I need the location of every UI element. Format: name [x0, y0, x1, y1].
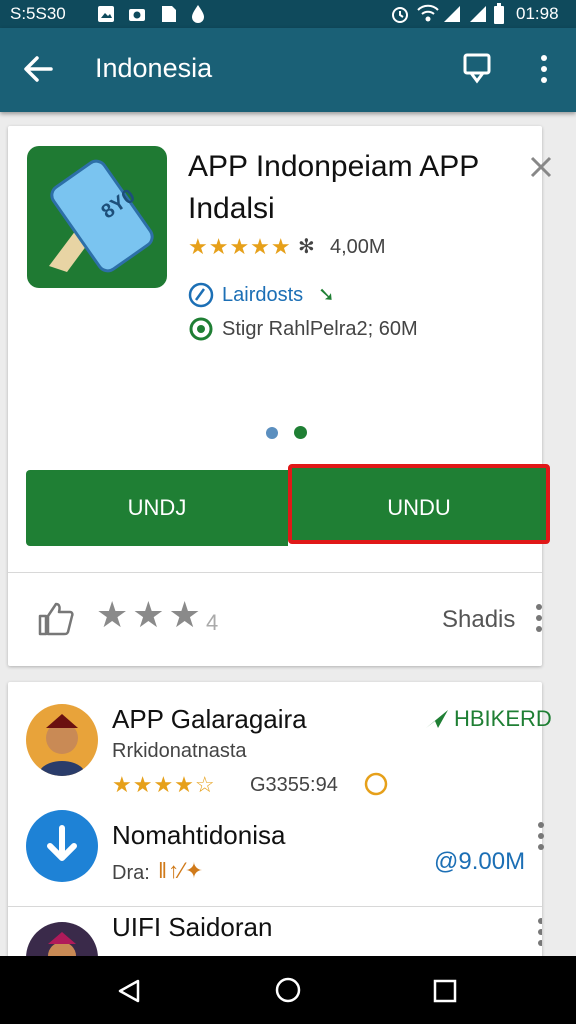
verified-icon	[188, 282, 214, 308]
app-icon[interactable]: 8Y0	[27, 146, 167, 288]
signal-icon	[444, 6, 460, 22]
list-item[interactable]: APP Galaragaira Rrkidonatnasta ★★★★☆ G33…	[8, 682, 552, 804]
item-title: UIFI Saidoran	[112, 912, 273, 942]
app-name-line2: Indalsi	[188, 192, 275, 225]
item-title: APP Galaragaira	[112, 704, 307, 734]
pager-dots	[258, 426, 315, 444]
status-time: 01:98	[516, 4, 559, 23]
phone-stand-icon: 8Y0	[49, 159, 154, 273]
item-rating-stars: ★★★★☆	[112, 772, 216, 797]
person-avatar-icon	[38, 714, 86, 776]
pager-dot[interactable]	[266, 427, 278, 439]
category-icons: ‖↑⁄✦	[158, 858, 205, 883]
divider	[8, 906, 542, 907]
drop-icon	[192, 5, 204, 23]
rating-count: 4,00M	[330, 236, 386, 258]
thumbs-up-icon[interactable]	[36, 600, 76, 638]
coin-icon	[364, 772, 388, 796]
item-title: Nomahtidonisa	[112, 820, 286, 850]
navigation-bar	[0, 956, 576, 1024]
page-title: Indonesia	[95, 53, 213, 83]
item-subtitle: Dra:	[112, 862, 150, 884]
app-bar: Indonesia	[0, 28, 576, 112]
asterisk-icon: ✻	[298, 236, 315, 258]
install-icon	[189, 317, 213, 341]
app-card: 8Y0 APP Indonpeiam APP Indalsi ★★★★★ ✻ 4…	[8, 126, 552, 666]
app-name-line1: APP Indonpeiam APP	[188, 150, 480, 183]
list-item[interactable]: Nomahtidonisa Dra: ‖↑⁄✦ @9.00M	[8, 804, 544, 912]
item-size: @9.00M	[434, 848, 526, 875]
more-vert-icon[interactable]	[536, 916, 542, 948]
back-arrow-icon[interactable]	[22, 54, 54, 84]
avatar	[26, 704, 98, 776]
back-nav-icon[interactable]	[116, 978, 142, 1004]
download-icon	[47, 825, 77, 861]
feedback-stars[interactable]: ★★★	[96, 594, 205, 636]
status-left-text: S:5S30	[10, 4, 66, 23]
divider	[8, 572, 542, 573]
alarm-icon	[392, 7, 408, 23]
feedback-count: 4	[206, 610, 219, 635]
signal-icon	[470, 6, 486, 22]
more-vert-icon[interactable]	[536, 820, 546, 852]
item-subtitle: Rrkidonatnasta	[112, 740, 247, 762]
camera-icon	[129, 9, 145, 21]
download-info: Stigr RahlPelra2; 60M	[222, 318, 418, 340]
status-bar: S:5S30 01:98	[0, 0, 576, 28]
download-button-right[interactable]: UNDU	[288, 464, 550, 544]
download-arrow-icon: ➘	[318, 284, 335, 306]
image-icon	[98, 6, 114, 22]
home-nav-icon[interactable]	[274, 976, 302, 1004]
developer-link[interactable]: Lairdosts	[222, 284, 303, 307]
close-icon[interactable]	[528, 154, 556, 182]
download-circle	[26, 810, 98, 882]
item-badge[interactable]: HBIKERD	[454, 706, 552, 732]
item-meta: G3355:94	[250, 774, 338, 796]
wifi-icon	[417, 4, 439, 22]
app-list: APP Galaragaira Rrkidonatnasta ★★★★☆ G33…	[8, 682, 552, 972]
rating-stars: ★★★★★	[188, 234, 292, 259]
more-vert-icon[interactable]	[536, 52, 552, 86]
recents-nav-icon[interactable]	[432, 978, 458, 1004]
download-button-left[interactable]: UNDJ	[26, 470, 288, 546]
bookmark-icon[interactable]	[462, 52, 492, 86]
battery-icon	[494, 3, 504, 24]
file-icon	[162, 6, 176, 22]
share-label[interactable]: Shadis	[442, 606, 515, 634]
pager-dot[interactable]	[294, 426, 307, 439]
send-icon	[426, 710, 448, 728]
more-vert-icon[interactable]	[534, 602, 544, 634]
